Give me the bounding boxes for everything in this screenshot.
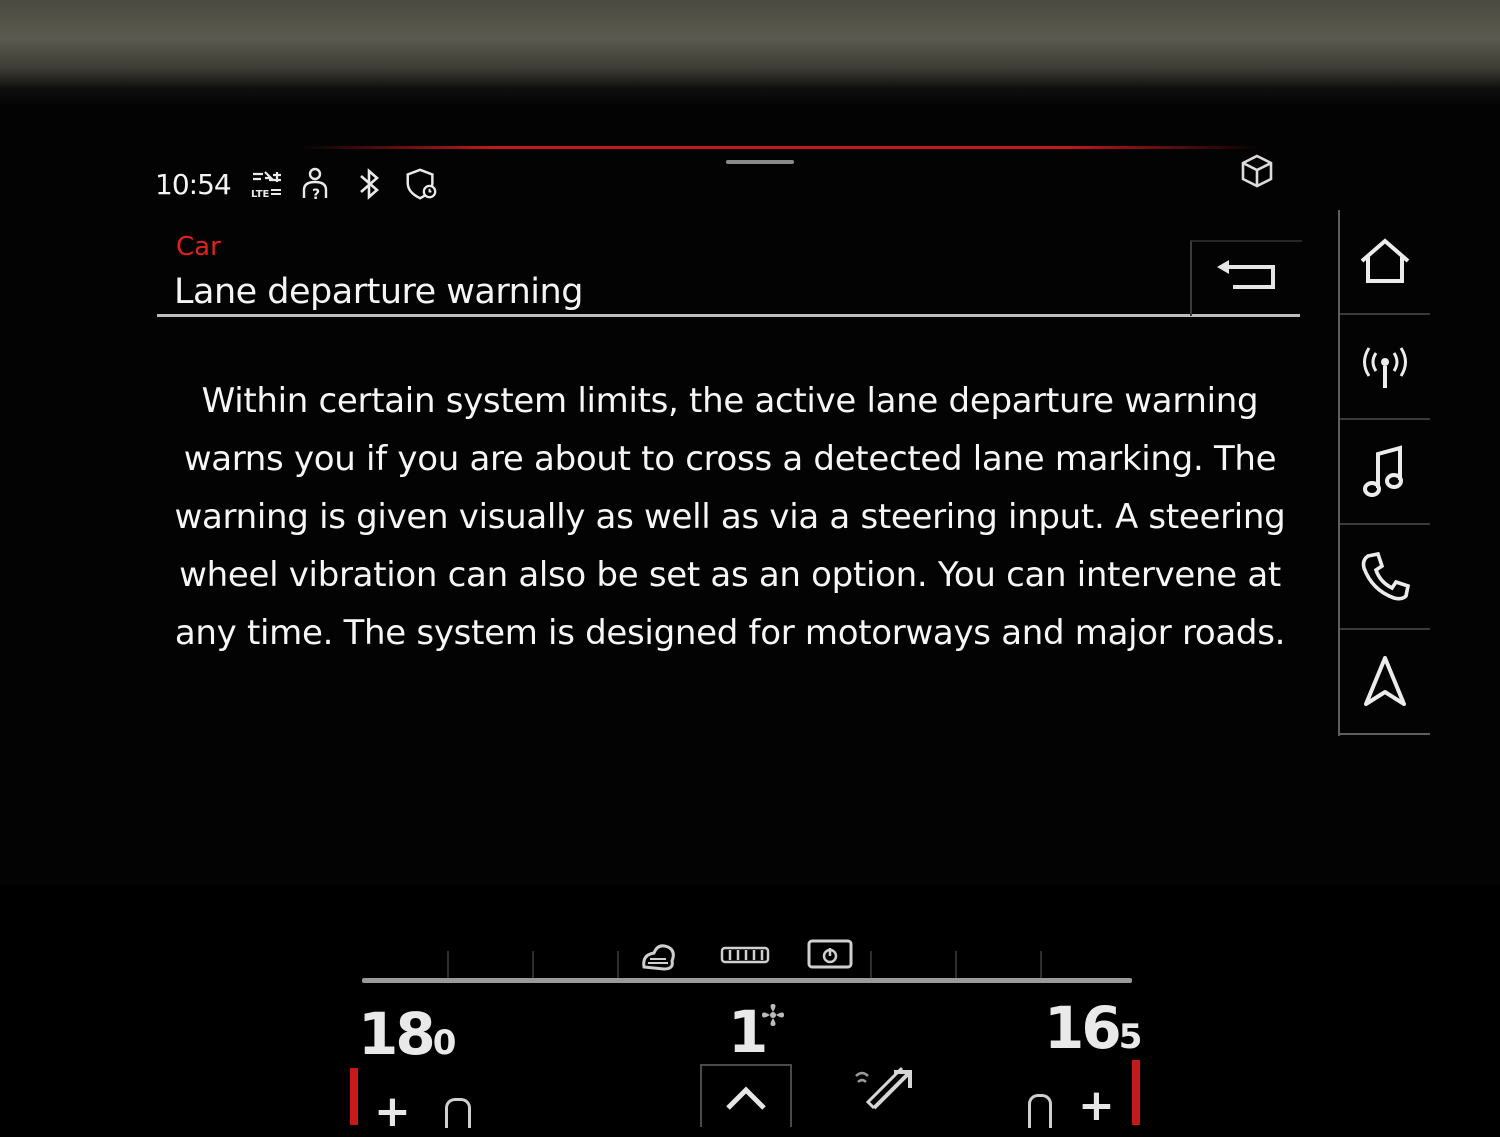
status-bar: 10:54 LTE ? — [155, 164, 439, 204]
clock: 10:54 — [155, 167, 232, 201]
rail-radio-button[interactable] — [1340, 315, 1430, 420]
right-temp-value: 16 — [1044, 994, 1122, 1062]
phone-icon — [1361, 551, 1411, 600]
screen-off-button[interactable] — [806, 936, 854, 976]
right-seat-heat-icon[interactable] — [1028, 1094, 1052, 1128]
right-temp-indicator — [1132, 1060, 1140, 1125]
fan-up-button[interactable] — [700, 1064, 792, 1127]
chevron-up-icon — [726, 1085, 766, 1110]
air-direction-icon — [855, 1066, 912, 1110]
user-profile-icon: ? — [299, 166, 335, 202]
accent-line — [300, 146, 1260, 149]
rear-defrost-icon — [720, 946, 770, 964]
home-icon — [1360, 237, 1410, 283]
rail-phone-button[interactable] — [1340, 525, 1430, 630]
divider — [447, 951, 449, 979]
pull-down-handle[interactable] — [726, 160, 794, 164]
left-temp-plus-button[interactable]: + — [374, 1086, 411, 1137]
climate-divider — [362, 978, 1132, 983]
bluetooth-icon — [351, 166, 387, 202]
radio-icon — [1363, 346, 1407, 388]
rear-defrost-button[interactable] — [720, 936, 770, 976]
fan-icon — [762, 1004, 784, 1026]
rail-home-button[interactable] — [1340, 210, 1430, 315]
cube-icon[interactable] — [1238, 152, 1276, 190]
right-temp-plus-button[interactable]: + — [1078, 1080, 1115, 1131]
divider — [1040, 951, 1042, 979]
music-icon — [1363, 444, 1403, 497]
divider — [617, 951, 619, 979]
left-temperature[interactable]: 180 — [358, 1000, 457, 1068]
air-direction-button[interactable] — [852, 1058, 922, 1114]
divider — [532, 951, 534, 979]
right-temperature[interactable]: 165 — [1044, 994, 1143, 1062]
right-temp-decimal: 5 — [1118, 1017, 1143, 1057]
left-seat-heat-icon[interactable] — [445, 1098, 471, 1128]
breadcrumb[interactable]: Car — [176, 232, 221, 262]
right-rail — [1338, 210, 1432, 736]
connected-services-icon — [403, 166, 439, 202]
fan-level[interactable]: 1 — [728, 998, 784, 1066]
rail-navigation-button[interactable] — [1340, 630, 1430, 735]
feature-description: Within certain system limits, the active… — [174, 381, 1286, 653]
svg-text:LTE: LTE — [251, 189, 270, 200]
navigation-icon — [1364, 655, 1406, 706]
climate-mode-button[interactable] — [636, 936, 680, 976]
page-title: Lane departure warning — [174, 272, 583, 312]
back-arrow-icon — [1213, 257, 1281, 301]
title-divider — [157, 314, 1300, 317]
dashboard-bezel — [0, 0, 1500, 110]
back-button[interactable] — [1190, 240, 1302, 316]
left-temp-decimal: 0 — [432, 1023, 457, 1063]
rail-music-button[interactable] — [1340, 420, 1430, 525]
left-temp-value: 18 — [358, 1000, 436, 1068]
left-temp-indicator — [350, 1068, 358, 1125]
climate-mode-icon — [642, 944, 675, 971]
divider — [870, 951, 872, 979]
svg-text:?: ? — [312, 187, 320, 202]
divider — [955, 951, 957, 979]
lte-signal-icon: LTE — [247, 166, 283, 202]
screen-power-icon — [807, 939, 853, 969]
